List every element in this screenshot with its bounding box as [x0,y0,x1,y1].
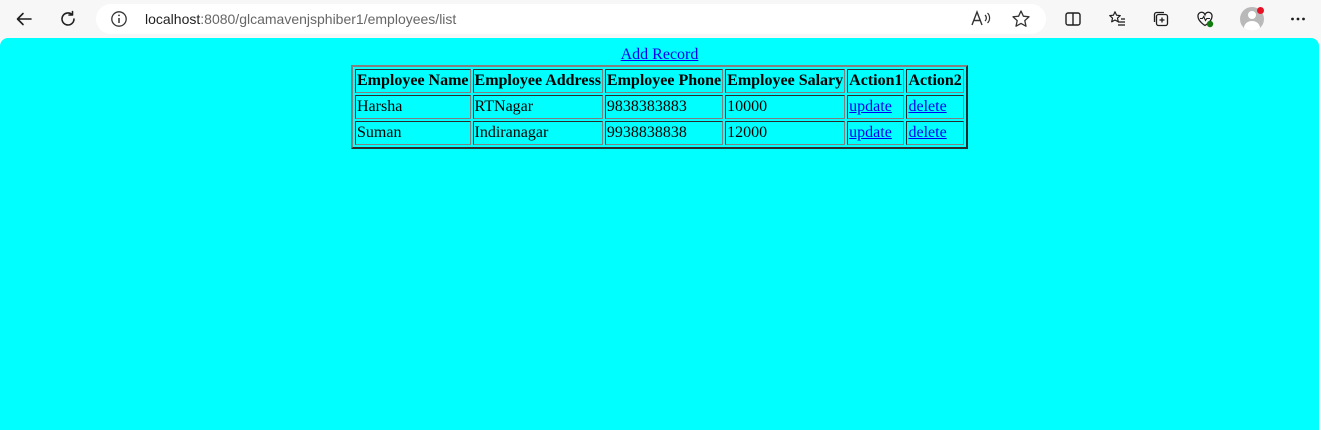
favorite-button[interactable] [1010,9,1032,29]
collections-icon [1153,11,1169,27]
update-link[interactable]: update [849,124,892,141]
read-aloud-icon [971,10,991,26]
employee-table: Employee Name Employee Address Employee … [351,65,968,149]
header-employee-salary: Employee Salary [725,69,846,93]
url-text[interactable]: localhost:8080/glcamavenjsphiber1/employ… [145,4,456,34]
split-screen-icon [1065,12,1081,26]
browser-essentials-button[interactable] [1189,3,1221,35]
url-path: :8080/glcamavenjsphiber1/employees/list [200,11,457,27]
favorites-icon [1109,11,1125,26]
url-host: localhost [145,11,201,27]
header-employee-address: Employee Address [472,69,603,93]
cell-action2: delete [906,95,964,119]
back-button[interactable] [8,3,40,35]
table-row: Harsha RTNagar 9838383883 10000 update d… [355,95,964,119]
add-record-link[interactable]: Add Record [621,46,699,63]
cell-action2: delete [906,121,964,145]
star-icon [1012,10,1030,27]
address-bar[interactable]: localhost:8080/glcamavenjsphiber1/employ… [96,4,1046,34]
header-action1: Action1 [847,69,905,93]
cell-name: Suman [355,121,471,145]
header-action2: Action2 [906,69,964,93]
settings-menu-button[interactable] [1282,3,1314,35]
heart-pulse-icon [1197,11,1214,28]
site-info-icon[interactable] [110,10,128,28]
browser-toolbar: localhost:8080/glcamavenjsphiber1/employ… [0,0,1321,38]
delete-link[interactable]: delete [908,124,946,141]
page-content: Add Record Employee Name Employee Addres… [0,38,1319,430]
collections-button[interactable] [1145,3,1177,35]
notification-dot [1257,7,1264,14]
delete-link[interactable]: delete [908,98,946,115]
read-aloud-button[interactable] [970,9,992,29]
add-record-container: Add Record [0,46,1319,64]
cell-address: Indiranagar [472,121,603,145]
table-row: Suman Indiranagar 9938838838 12000 updat… [355,121,964,145]
cell-name: Harsha [355,95,471,119]
cell-phone: 9938838838 [604,121,724,145]
more-horizontal-icon [1291,17,1305,21]
cell-action1: update [847,95,905,119]
cell-salary: 10000 [725,95,846,119]
split-screen-button[interactable] [1057,3,1089,35]
update-link[interactable]: update [849,98,892,115]
header-employee-phone: Employee Phone [604,69,724,93]
favorites-button[interactable] [1101,3,1133,35]
cell-salary: 12000 [725,121,846,145]
cell-phone: 9838383883 [604,95,724,119]
arrow-left-icon [16,12,32,26]
reload-icon [61,10,75,26]
cell-address: RTNagar [472,95,603,119]
table-header-row: Employee Name Employee Address Employee … [355,69,964,93]
reload-button[interactable] [52,3,84,35]
header-employee-name: Employee Name [355,69,471,93]
cell-action1: update [847,121,905,145]
